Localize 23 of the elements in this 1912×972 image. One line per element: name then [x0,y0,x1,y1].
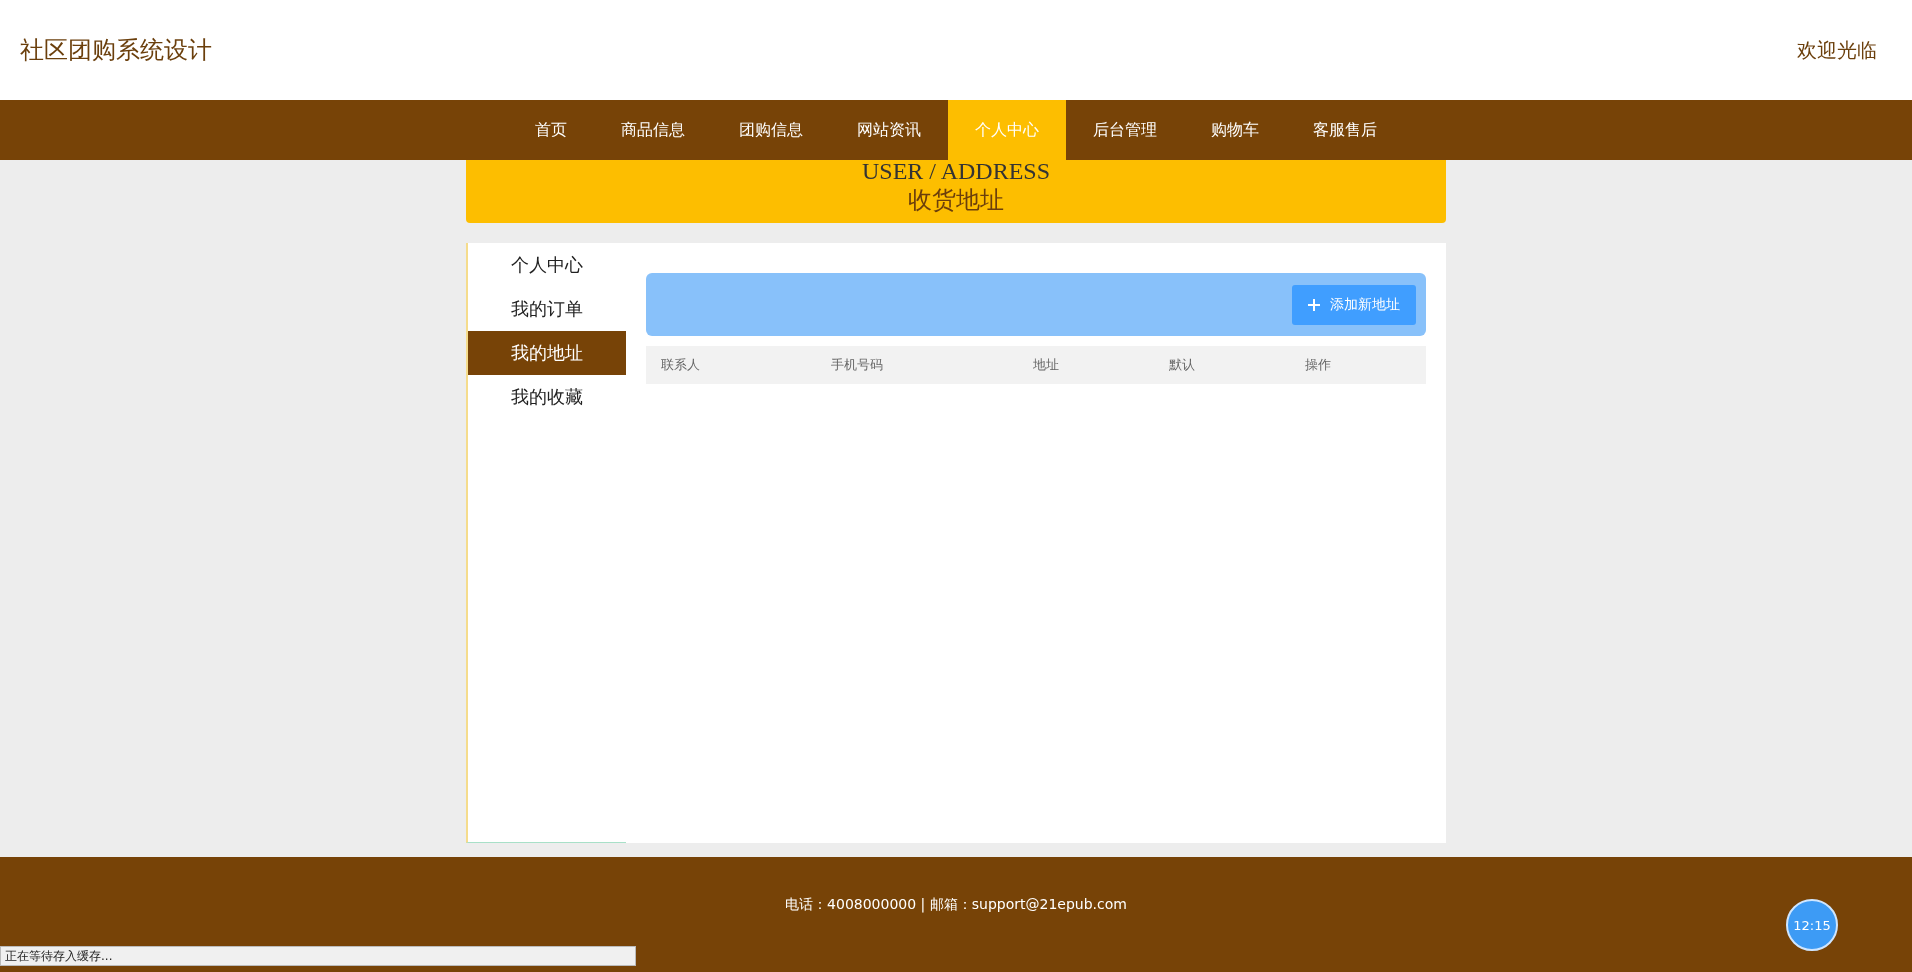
column-header: 联系人 [660,356,701,374]
column-header: 地址 [1032,356,1060,374]
sidebar-item[interactable]: 我的收藏 [468,375,626,419]
sidebar-item[interactable]: 我的订单 [468,287,626,331]
nav-tab[interactable]: 首页 [508,100,594,160]
column-header: 手机号码 [830,356,884,374]
welcome-text: 欢迎光临 [1797,36,1877,64]
column-header: 默认 [1168,356,1196,374]
browser-status-bar: 正在等待存入缓存... [0,946,636,966]
nav-tab[interactable]: 购物车 [1184,100,1286,160]
nav-tab[interactable]: 团购信息 [712,100,830,160]
site-title: 社区团购系统设计 [20,35,212,66]
nav-tab[interactable]: 商品信息 [594,100,712,160]
contact-text: 电话：4008000000 | 邮箱：support@21epub.com [785,895,1127,914]
plus-icon [1308,298,1320,311]
banner-subtitle: 收货地址 [908,186,1004,215]
nav-tab[interactable]: 网站资讯 [830,100,948,160]
nav-tab[interactable]: 客服售后 [1286,100,1404,160]
column-header: 操作 [1304,356,1332,374]
banner-title: USER / ADDRESS [861,157,1051,185]
sidebar-item[interactable]: 个人中心 [468,243,626,287]
nav-tab[interactable]: 后台管理 [1066,100,1184,160]
sidebar-item[interactable]: 我的地址 [468,331,626,375]
